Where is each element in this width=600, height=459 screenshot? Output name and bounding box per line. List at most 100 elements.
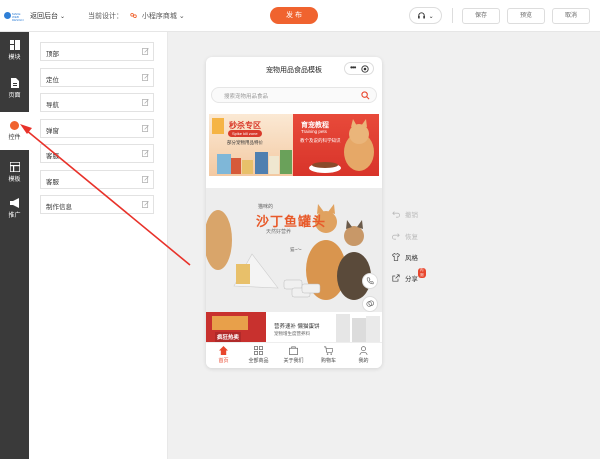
component-item-nav[interactable]: 导航 [40, 93, 154, 112]
user-icon [359, 346, 368, 355]
nav-item-cart[interactable]: 购物车 [311, 346, 346, 364]
component-label: 弹窗 [46, 128, 59, 135]
undo-icon [392, 211, 400, 218]
bottom-promo-title: 营养速补 懒猫蛋饼 [274, 324, 320, 330]
nav-item-mine[interactable]: 我的 [346, 346, 381, 364]
promo-spike-zone[interactable]: 秒杀专区 Spike kill zone 部分宠物用品特价 [209, 114, 295, 176]
back-to-admin-link[interactable]: 返回后台 ⌄ [30, 11, 65, 21]
nav-label: 我的 [358, 358, 369, 364]
nav-item-all-products[interactable]: 全部商品 [241, 346, 276, 364]
nav-label: 购物车 [320, 358, 336, 364]
phone-search-bar[interactable]: 搜索宠物用品食品 [211, 87, 377, 103]
share-button[interactable]: 分享 内测 [392, 268, 426, 283]
briefcase-icon [289, 346, 298, 355]
edit-icon[interactable] [142, 125, 149, 132]
cart-icon [324, 346, 333, 355]
mini-program-icon [130, 12, 137, 19]
widget-icon [10, 121, 19, 130]
rail-item-widget[interactable]: 控件 [0, 112, 29, 150]
preview-button[interactable]: 预览 [507, 8, 545, 24]
chat-button[interactable] [362, 296, 378, 312]
component-label: 定位 [46, 77, 59, 84]
rail-label: 页面 [8, 93, 21, 99]
promo-desc: 教个及说的科学知识 [300, 138, 341, 143]
brand-icon [4, 12, 11, 19]
undo-button[interactable]: 撤销 [392, 209, 418, 219]
chevron-down-icon: ⌄ [176, 13, 185, 20]
rail-label: 推广 [8, 213, 21, 219]
rail-label: 控件 [8, 135, 21, 141]
rail-item-module[interactable]: 模块 [0, 32, 29, 70]
nav-label: 关于我们 [283, 358, 304, 364]
phone-call-button[interactable] [362, 273, 378, 289]
component-item-credits[interactable]: 制作信息 [40, 195, 154, 214]
sale-label: 疯狂热卖 [215, 332, 242, 342]
rail-label: 模板 [8, 177, 21, 183]
home-icon [219, 346, 228, 355]
current-design-selector[interactable]: 当前设计： 小程序商城 ⌄ [88, 11, 185, 21]
share-icon [392, 274, 400, 282]
edit-icon[interactable] [142, 48, 149, 55]
save-button[interactable]: 保存 [462, 8, 500, 24]
edit-icon[interactable] [142, 201, 149, 208]
product-illustration [212, 118, 292, 174]
chevron-down-icon: ⌄ [60, 14, 66, 20]
current-design-value: 小程序商城 [141, 13, 177, 20]
chevron-down-icon: ⌄ [428, 14, 434, 20]
component-item-popup[interactable]: 弹窗 [40, 119, 154, 138]
promo-subtitle: Training pets [301, 129, 327, 134]
search-placeholder: 搜索宠物用品食品 [224, 94, 269, 100]
component-label: 客服 [46, 179, 59, 186]
redo-icon [392, 233, 400, 240]
search-icon [361, 91, 370, 100]
style-button[interactable]: 风格 [392, 252, 418, 262]
back-label: 返回后台 [30, 13, 58, 20]
current-design-label: 当前设计： [88, 13, 123, 20]
page-icon [10, 78, 19, 88]
bottom-promo-subtitle: 宠物增生度营养料 [274, 331, 310, 336]
component-item-top[interactable]: 顶部 [40, 42, 154, 61]
promo-training[interactable]: 育宠教程 Training pets 教个及说的科学知识 [293, 114, 379, 176]
component-panel: 顶部 定位 导航 弹窗 客服 客服 制作信息 [29, 32, 168, 459]
grid-icon [254, 346, 263, 355]
template-icon [9, 162, 20, 172]
support-dropdown[interactable]: ⌄ [409, 7, 442, 24]
edit-icon[interactable] [142, 150, 149, 157]
banner-tag: 猫~～ [290, 247, 302, 252]
rail-label: 模块 [8, 55, 21, 61]
rail-item-page[interactable]: 页面 [0, 70, 29, 108]
redo-button[interactable]: 恢复 [392, 231, 418, 241]
component-label: 导航 [46, 102, 59, 109]
nav-item-about[interactable]: 关于我们 [276, 346, 311, 364]
component-item-service-2[interactable]: 客服 [40, 170, 154, 189]
module-icon [9, 40, 20, 50]
phone-icon [366, 277, 374, 285]
cancel-button[interactable]: 取消 [552, 8, 590, 24]
shirt-icon [392, 253, 400, 261]
phone-preview: 宠物用品食品模板 ••• 搜索宠物用品食品 秒杀专区 Spike kill zo… [206, 57, 382, 368]
phone-bottom-nav: 首页 全部商品 关于我们 购物车 我的 [206, 342, 382, 368]
style-label: 风格 [405, 255, 418, 262]
publish-button[interactable]: 发 布 [270, 7, 318, 24]
rail-item-template[interactable]: 模板 [0, 154, 29, 192]
edit-icon[interactable] [142, 176, 149, 183]
edit-icon[interactable] [142, 99, 149, 106]
nav-item-home[interactable]: 首页 [206, 346, 241, 364]
divider [452, 8, 453, 23]
undo-label: 撤销 [405, 212, 418, 219]
top-bar: MAKE WEB DESIGN 返回后台 ⌄ 当前设计： 小程序商城 ⌄ 发 布 … [0, 0, 600, 32]
main-banner[interactable]: 猫咪的 沙丁鱼罐头 天然好营养 猫~～ [206, 188, 382, 312]
component-item-location[interactable]: 定位 [40, 68, 154, 87]
banner-line-3: 天然好营养 [266, 229, 292, 235]
beta-badge: 内测 [418, 268, 426, 278]
brand-logo[interactable]: MAKE WEB DESIGN [4, 10, 26, 22]
rail-item-promote[interactable]: 推广 [0, 190, 29, 228]
brand-text: MAKE WEB DESIGN [12, 12, 24, 22]
component-item-service-1[interactable]: 客服 [40, 144, 154, 163]
edit-icon[interactable] [142, 74, 149, 81]
left-rail: 模块 页面 控件 模板 推广 [0, 32, 29, 459]
more-icon: ••• [350, 63, 356, 72]
nav-label: 全部商品 [248, 358, 269, 364]
capsule-menu[interactable]: ••• [344, 62, 374, 75]
nav-label: 首页 [218, 358, 229, 364]
